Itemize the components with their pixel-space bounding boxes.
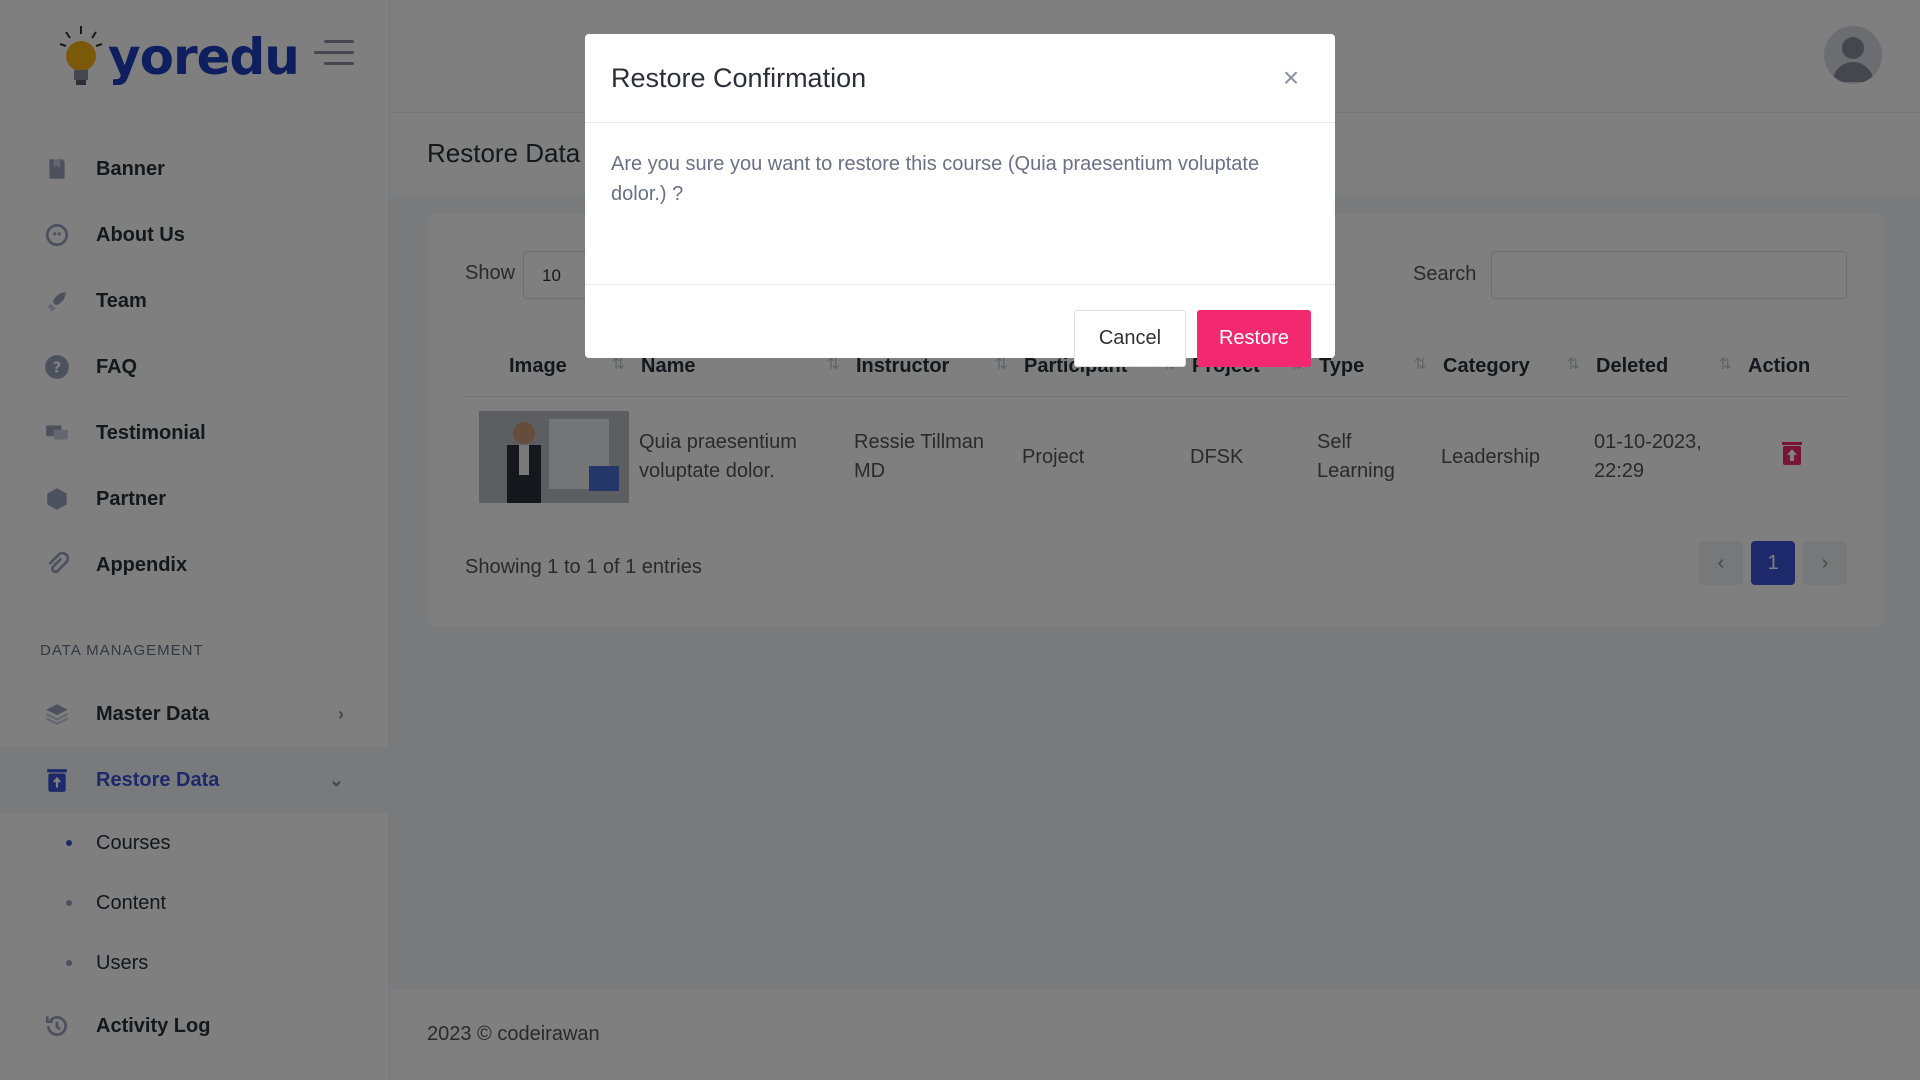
modal-body: Are you sure you want to restore this co…	[585, 123, 1335, 285]
restore-button[interactable]: Restore	[1197, 310, 1311, 367]
modal-title: Restore Confirmation	[611, 63, 867, 93]
modal-header: Restore Confirmation ×	[585, 34, 1335, 123]
cancel-button[interactable]: Cancel	[1074, 310, 1186, 367]
close-icon[interactable]: ×	[1277, 62, 1305, 93]
restore-confirmation-modal: Restore Confirmation × Are you sure you …	[585, 34, 1335, 367]
modal-footer: Cancel Restore	[585, 285, 1335, 367]
